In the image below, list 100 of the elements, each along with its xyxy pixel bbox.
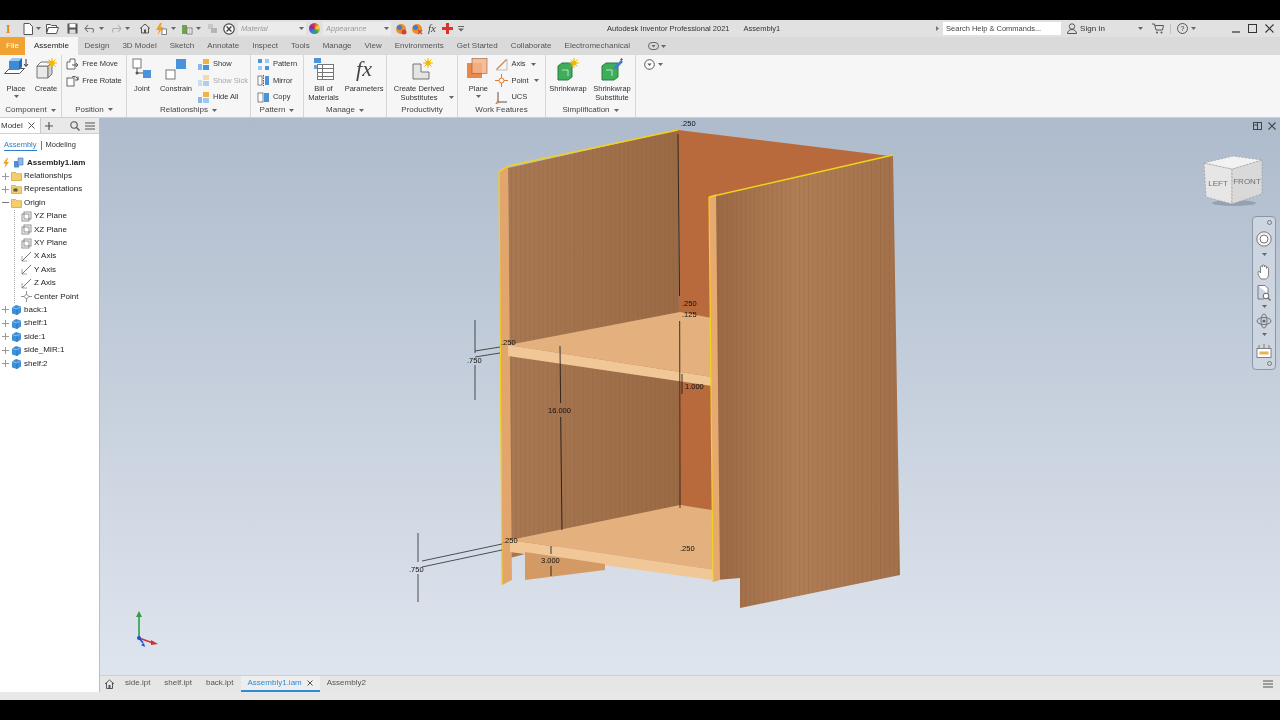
close-icon[interactable] <box>27 122 35 129</box>
home-icon[interactable] <box>139 23 151 34</box>
expand-icon[interactable] <box>2 360 9 368</box>
tab-options-icon[interactable] <box>648 42 660 50</box>
ribbon-tab[interactable]: 3D Model <box>115 37 164 55</box>
caret-icon[interactable] <box>125 27 130 30</box>
color-wheel-icon[interactable] <box>309 23 320 34</box>
customize-icon[interactable] <box>457 25 464 32</box>
home-icon[interactable] <box>104 679 115 689</box>
menu-icon[interactable] <box>1263 680 1273 688</box>
circle-icon[interactable] <box>1267 220 1272 225</box>
ribbon-tab[interactable]: Annotate <box>200 37 246 55</box>
expand-icon[interactable] <box>2 346 9 354</box>
caret-icon[interactable] <box>1261 333 1267 336</box>
caret-icon[interactable] <box>1261 305 1267 308</box>
plus-icon[interactable] <box>44 121 53 130</box>
panel-label[interactable]: Component <box>5 104 56 116</box>
close-icon[interactable] <box>306 680 313 686</box>
sign-in-link[interactable]: Sign In <box>1080 22 1105 35</box>
caret-icon[interactable] <box>99 27 104 30</box>
expand-icon[interactable] <box>2 172 9 180</box>
tree-item[interactable]: Assembly1.iam <box>27 158 86 167</box>
open-folder-icon[interactable] <box>46 23 59 34</box>
caret-icon[interactable] <box>196 27 201 30</box>
tree-item[interactable]: Representations <box>24 185 83 194</box>
properties-icon[interactable] <box>181 22 193 35</box>
circle-icon[interactable] <box>1267 361 1272 366</box>
caret-icon[interactable] <box>658 63 663 66</box>
search-icon[interactable] <box>70 120 80 131</box>
document-tab[interactable]: back.ipt <box>198 676 241 692</box>
expand-icon[interactable] <box>2 319 9 327</box>
caret-icon[interactable] <box>171 27 176 30</box>
tree-item[interactable]: Origin <box>24 198 46 207</box>
tree-item[interactable]: XY Plane <box>34 239 68 248</box>
tree-item[interactable]: side:1 <box>24 332 46 341</box>
tree-item[interactable]: Z Axis <box>34 279 56 288</box>
material-icon[interactable] <box>223 22 235 35</box>
ribbon-tab[interactable]: Manage <box>316 37 359 55</box>
hand-icon[interactable] <box>1257 264 1271 280</box>
close-icon[interactable] <box>1268 122 1276 130</box>
ribbon-tab[interactable]: Sketch <box>163 37 201 55</box>
tree-item[interactable]: YZ Plane <box>34 212 67 221</box>
circle-caret-icon[interactable] <box>644 59 655 70</box>
tree-item[interactable]: Relationships <box>24 172 73 181</box>
zoom-icon[interactable] <box>1257 285 1271 301</box>
lightning-icon[interactable] <box>155 22 167 35</box>
ribbon-tab[interactable]: Assemble <box>24 37 78 55</box>
tree-item[interactable]: Y Axis <box>34 265 57 274</box>
view-face-icon[interactable] <box>1256 343 1272 359</box>
close-icon[interactable] <box>1265 24 1274 33</box>
caret-icon[interactable] <box>1191 27 1196 30</box>
panel-label[interactable]: Position <box>75 103 113 116</box>
cart-icon[interactable] <box>1152 23 1164 34</box>
expand-icon[interactable] <box>936 26 940 31</box>
caret-icon <box>530 62 536 66</box>
expand-icon[interactable] <box>2 306 9 314</box>
panel-label[interactable]: Pattern <box>259 104 295 116</box>
user-icon[interactable] <box>1067 23 1078 34</box>
ribbon-tab[interactable]: Environments <box>388 37 451 55</box>
color-ball-icon[interactable] <box>411 22 423 35</box>
caret-icon[interactable] <box>1138 27 1143 30</box>
tree-item[interactable]: shelf:1 <box>24 319 48 328</box>
tree-item[interactable]: side_MIR:1 <box>24 346 65 355</box>
tree-item[interactable]: shelf:2 <box>24 359 48 368</box>
maximize-icon[interactable] <box>1248 24 1257 33</box>
caret-icon[interactable] <box>661 44 667 48</box>
ribbon-tab[interactable]: Collaborate <box>504 37 559 55</box>
expand-icon[interactable] <box>2 185 9 193</box>
new-file-icon[interactable] <box>23 22 33 35</box>
tree-item[interactable]: back:1 <box>24 306 48 314</box>
ribbon-tab[interactable]: Tools <box>284 37 317 55</box>
panel-label[interactable]: Simplification <box>562 104 619 116</box>
browser-tab[interactable]: Model <box>0 118 41 133</box>
tree-item[interactable]: Center Point <box>34 292 79 301</box>
save-icon[interactable] <box>67 23 78 34</box>
caret-icon[interactable] <box>36 27 41 30</box>
panel-label[interactable]: Relationships <box>160 104 217 116</box>
restore-icon[interactable] <box>1253 122 1262 130</box>
document-tab[interactable]: Assembly2 <box>319 676 373 692</box>
caret-icon[interactable] <box>1261 253 1267 256</box>
ribbon-tab[interactable]: Design <box>78 37 116 55</box>
ribbon-tab[interactable]: Get Started <box>450 37 505 55</box>
wheel-icon[interactable] <box>1256 231 1272 247</box>
ribbon-tab[interactable]: Inspect <box>245 37 285 55</box>
ribbon-tab[interactable]: View <box>358 37 389 55</box>
plus-icon[interactable] <box>441 23 453 34</box>
document-tab[interactable]: shelf.ipt <box>157 676 199 692</box>
expand-icon[interactable] <box>2 333 9 341</box>
view-cube[interactable]: LEFT FRONT <box>1203 155 1263 206</box>
document-tab[interactable]: side.ipt <box>118 676 158 692</box>
orbit-icon[interactable] <box>1256 313 1272 329</box>
caret-icon <box>107 108 113 112</box>
tree-item[interactable]: XZ Plane <box>34 225 67 234</box>
panel-label[interactable]: Manage <box>326 104 364 116</box>
tree-item[interactable]: X Axis <box>34 252 57 261</box>
undo-icon[interactable] <box>84 24 96 33</box>
color-ball-icon[interactable] <box>395 22 407 35</box>
ribbon-tab[interactable]: Electromechanical <box>558 37 637 55</box>
fx-icon[interactable]: fx <box>428 23 436 34</box>
menu-icon[interactable] <box>85 121 95 130</box>
